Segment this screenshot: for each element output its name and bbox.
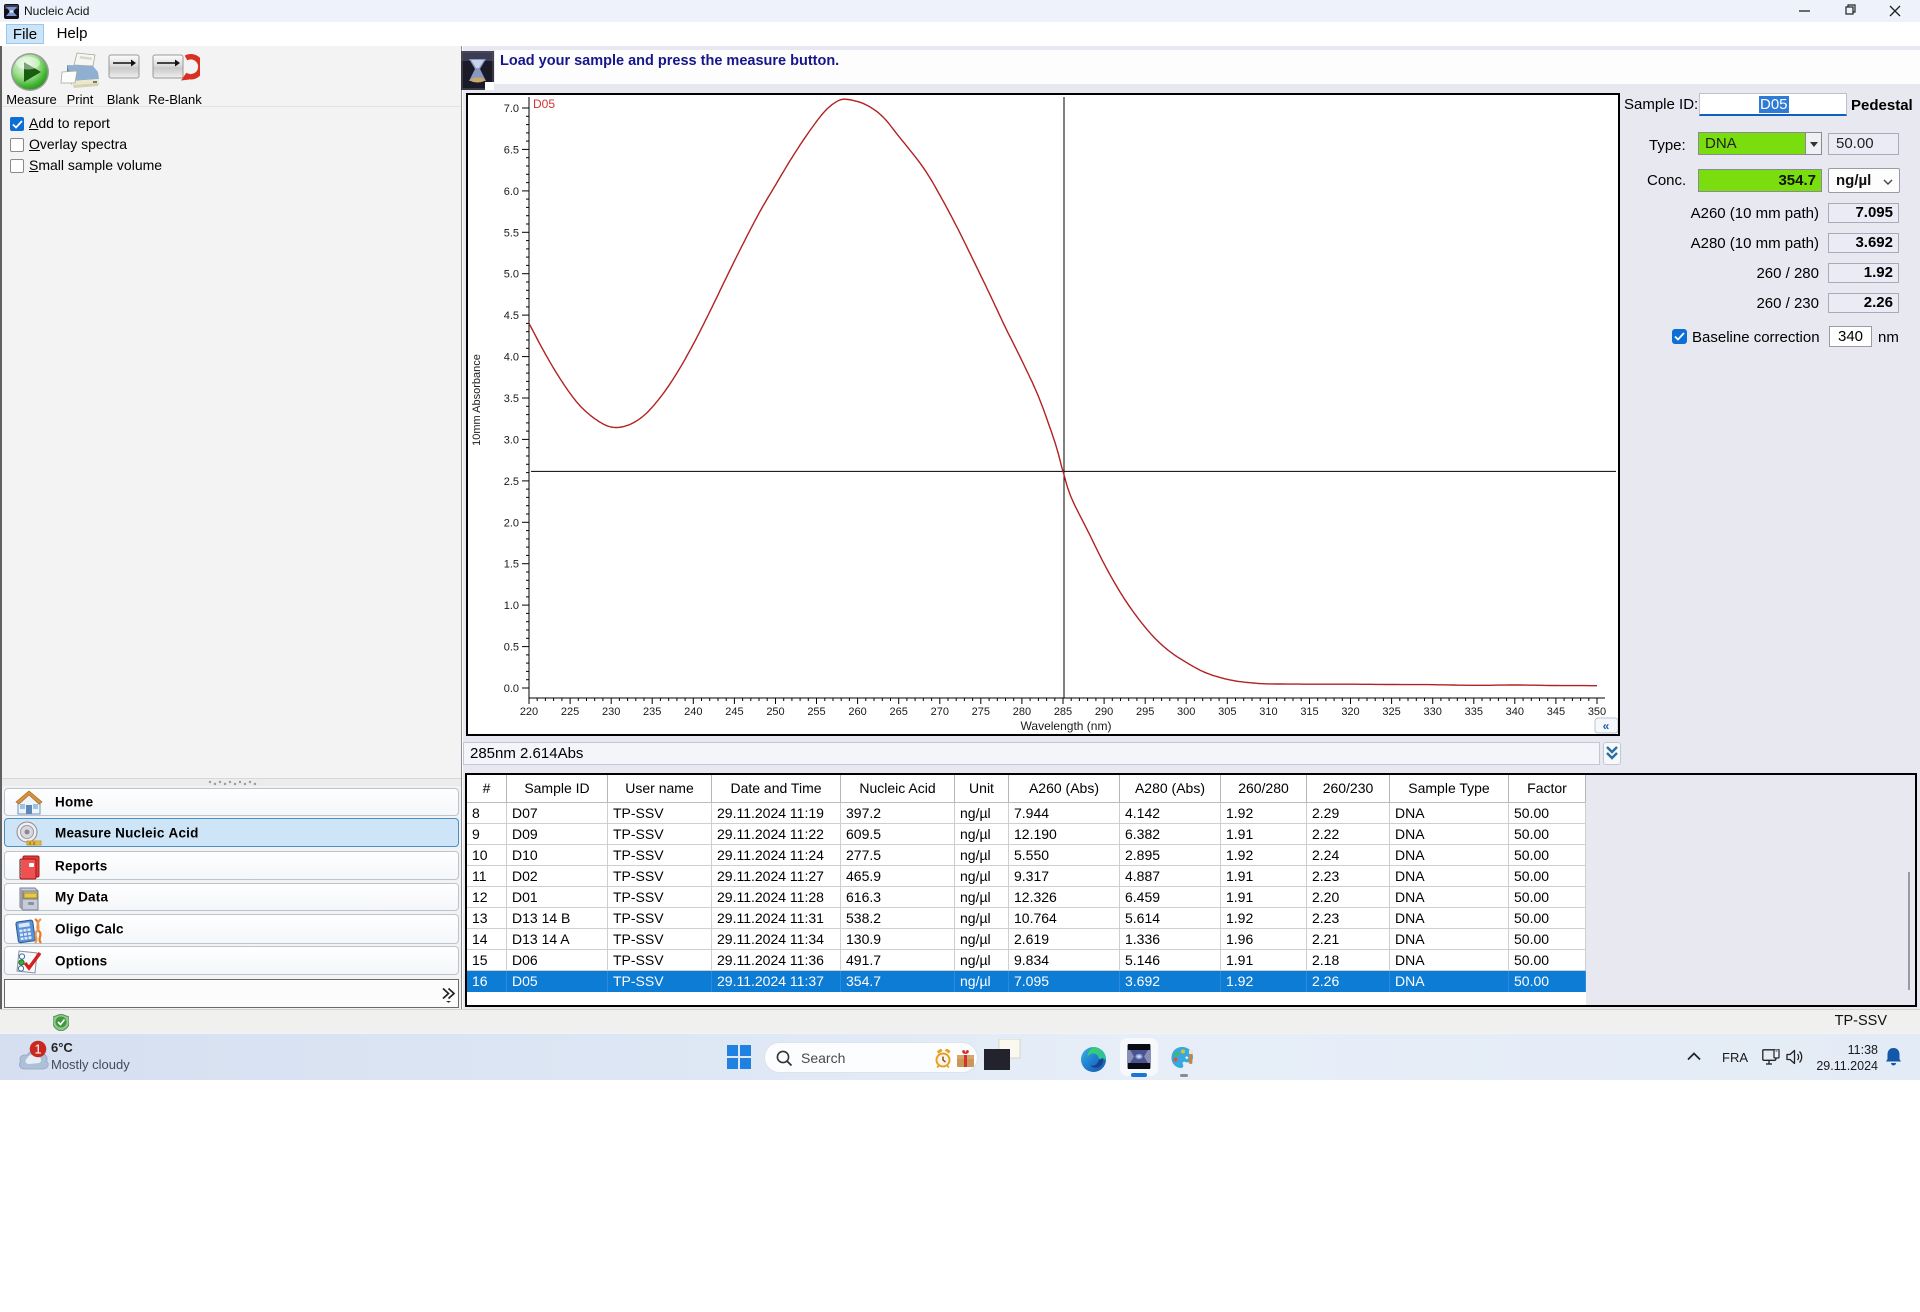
svg-text:285: 285 <box>1054 706 1072 718</box>
svg-text:4.5: 4.5 <box>504 310 519 322</box>
svg-text:1.0: 1.0 <box>504 600 519 612</box>
svg-text:5.0: 5.0 <box>504 269 519 281</box>
svg-text:1.5: 1.5 <box>504 559 519 571</box>
svg-text:235: 235 <box>643 706 661 718</box>
svg-text:2.0: 2.0 <box>504 517 519 529</box>
svg-text:230: 230 <box>602 706 620 718</box>
svg-text:2.5: 2.5 <box>504 476 519 488</box>
svg-text:Wavelength (nm): Wavelength (nm) <box>1021 719 1112 733</box>
svg-text:275: 275 <box>972 706 990 718</box>
svg-text:270: 270 <box>931 706 949 718</box>
svg-text:220: 220 <box>520 706 538 718</box>
svg-text:4.0: 4.0 <box>504 352 519 364</box>
svg-text:280: 280 <box>1013 706 1031 718</box>
svg-text:315: 315 <box>1300 706 1318 718</box>
svg-text:255: 255 <box>807 706 825 718</box>
svg-text:0.5: 0.5 <box>504 642 519 654</box>
svg-text:305: 305 <box>1218 706 1236 718</box>
svg-text:345: 345 <box>1547 706 1565 718</box>
svg-text:325: 325 <box>1382 706 1400 718</box>
svg-text:250: 250 <box>766 706 784 718</box>
svg-text:340: 340 <box>1506 706 1524 718</box>
svg-text:335: 335 <box>1465 706 1483 718</box>
svg-text:265: 265 <box>890 706 908 718</box>
svg-text:240: 240 <box>684 706 702 718</box>
svg-text:0.0: 0.0 <box>504 683 519 695</box>
svg-text:290: 290 <box>1095 706 1113 718</box>
svg-text:260: 260 <box>848 706 866 718</box>
svg-text:295: 295 <box>1136 706 1154 718</box>
svg-text:330: 330 <box>1424 706 1442 718</box>
svg-text:D05: D05 <box>533 97 555 111</box>
svg-text:300: 300 <box>1177 706 1195 718</box>
svg-text:350: 350 <box>1588 706 1606 718</box>
svg-text:3.0: 3.0 <box>504 434 519 446</box>
svg-text:310: 310 <box>1259 706 1277 718</box>
svg-text:6.0: 6.0 <box>504 186 519 198</box>
svg-text:320: 320 <box>1341 706 1359 718</box>
svg-text:245: 245 <box>725 706 743 718</box>
svg-text:1: 1 <box>34 1042 41 1057</box>
svg-text:3.5: 3.5 <box>504 393 519 405</box>
svg-text:225: 225 <box>561 706 579 718</box>
svg-text:6.5: 6.5 <box>504 144 519 156</box>
svg-text:5.5: 5.5 <box>504 227 519 239</box>
svg-text:10mm Absorbance: 10mm Absorbance <box>471 354 483 446</box>
svg-text:«: « <box>1603 719 1610 733</box>
svg-text:7.0: 7.0 <box>504 103 519 115</box>
